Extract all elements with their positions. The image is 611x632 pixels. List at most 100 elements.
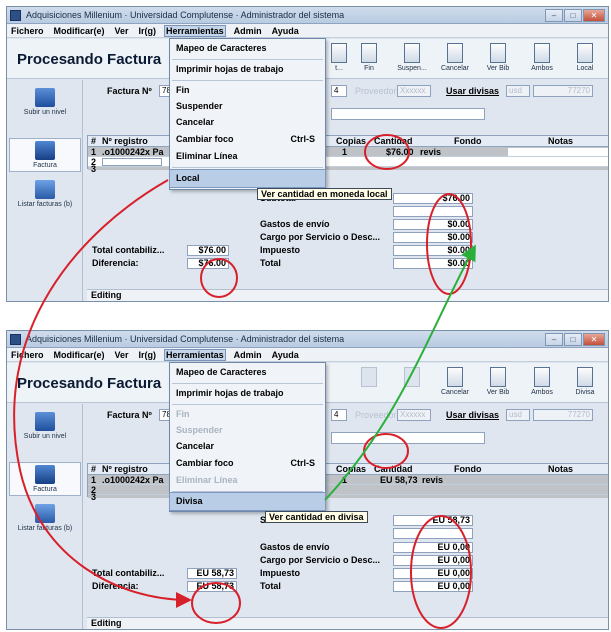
menu-ayuda[interactable]: Ayuda — [271, 350, 300, 360]
toolbar-divisa-button[interactable]: Divisa — [563, 366, 607, 402]
menu-fichero[interactable]: Fichero — [10, 26, 45, 36]
usar-divisas-label: Usar divisas — [446, 86, 499, 96]
row-registro-input[interactable] — [102, 158, 162, 166]
toolbar-fin-button[interactable]: Fin — [347, 42, 391, 78]
total-label: Total — [260, 581, 281, 591]
sidebar-factura[interactable]: Factura — [9, 138, 81, 172]
menu-herramientas[interactable]: Herramientas — [164, 24, 226, 37]
menu-item-cancelar[interactable]: Cancelar — [170, 114, 325, 131]
toolbar-cancelar-button[interactable]: Cancelar — [433, 42, 477, 78]
toolbar-verbib-button[interactable]: Ver Bib — [476, 366, 520, 402]
menu-item-imprimir[interactable]: Imprimir hojas de trabajo — [170, 61, 325, 78]
toolbar-label: Suspen... — [397, 65, 427, 72]
pen-icon — [577, 43, 593, 63]
sidebar-listar-facturas[interactable]: Listar facturas (b) — [13, 180, 77, 208]
menu-item-cambiar-foco[interactable]: Cambiar foco Ctrl-S — [170, 455, 325, 472]
total-value: EU 0,00 — [393, 581, 473, 592]
menu-item-mapeo[interactable]: Mapeo de Caracteres — [170, 364, 325, 381]
table-row[interactable]: 1 .o1000242x Pa 1 EU 58,73 revis — [88, 475, 608, 485]
menu-item-fin[interactable]: Fin — [170, 406, 325, 423]
table-row[interactable]: 3 — [88, 492, 608, 502]
menu-item-label: Mapeo de Caracteres — [176, 43, 267, 53]
factura-number-tail[interactable]: 4 — [331, 85, 347, 97]
square-icon — [404, 367, 420, 387]
menu-ir[interactable]: Ir(g) — [138, 26, 158, 36]
row-notas-cell[interactable] — [508, 148, 608, 156]
cargo-value[interactable]: EU 0,00 — [393, 555, 473, 566]
cargo-value[interactable]: $0.00 — [393, 232, 473, 243]
notes-field[interactable] — [331, 108, 485, 120]
divisa-field[interactable]: usd — [506, 85, 530, 97]
menu-item-suspender[interactable]: Suspender — [170, 422, 325, 439]
menu-ver[interactable]: Ver — [114, 26, 130, 36]
sidebar-subir-nivel[interactable]: Subir un nivel — [13, 412, 77, 440]
menu-ir[interactable]: Ir(g) — [138, 350, 158, 360]
menu-item-local[interactable]: Local — [169, 169, 326, 188]
toolbar-local-button[interactable]: Local — [563, 42, 607, 78]
menu-fichero[interactable]: Fichero — [10, 350, 45, 360]
toolbar-cancelar-button[interactable]: Cancelar — [433, 366, 477, 402]
proveedor-field[interactable]: Xxxxxx — [397, 409, 431, 421]
usar-divisas-text: Usar divisas — [446, 86, 500, 96]
divisa-field[interactable]: usd — [506, 409, 530, 421]
page-title: Procesando Factura — [17, 51, 162, 68]
impuesto-value[interactable]: EU 0,00 — [393, 568, 473, 579]
impuesto-value[interactable]: $0.00 — [393, 245, 473, 256]
divisa-rate-field[interactable]: 77270 — [533, 85, 593, 97]
minimize-button[interactable]: – — [545, 333, 563, 346]
menu-item-suspender[interactable]: Suspender — [170, 98, 325, 115]
gastos-label: Gastos de envío — [260, 542, 330, 552]
menu-item-divisa[interactable]: Divisa — [169, 492, 326, 511]
table-row[interactable]: 1 .o1000242x Pa 1 $76.00 revis — [88, 147, 608, 157]
menu-separator — [172, 383, 323, 384]
menu-admin[interactable]: Admin — [233, 350, 263, 360]
menu-admin[interactable]: Admin — [233, 26, 263, 36]
menu-item-mapeo[interactable]: Mapeo de Caracteres — [170, 40, 325, 57]
menu-item-fin[interactable]: Fin — [170, 82, 325, 99]
minimize-button[interactable]: – — [545, 9, 563, 22]
menu-ver[interactable]: Ver — [114, 350, 130, 360]
total-label: Total — [260, 258, 281, 268]
close-button[interactable]: ✕ — [583, 333, 605, 346]
menu-item-label: Suspender — [176, 425, 223, 435]
gastos-value[interactable]: EU 0,00 — [393, 542, 473, 553]
toolbar-disabled-button[interactable] — [390, 366, 434, 402]
toolbar-disabled-button[interactable] — [347, 366, 391, 402]
cargo-label: Cargo por Servicio o Desc... — [260, 555, 381, 565]
sidebar-factura[interactable]: Factura — [9, 462, 81, 496]
sidebar-subir-nivel[interactable]: Subir un nivel — [13, 88, 77, 116]
maximize-button[interactable]: □ — [564, 333, 582, 346]
menu-modificar[interactable]: Modificar(e) — [53, 26, 106, 36]
menu-item-eliminar-linea[interactable]: Eliminar Línea — [170, 148, 325, 165]
proveedor-field[interactable]: Xxxxxx — [397, 85, 431, 97]
menu-ayuda[interactable]: Ayuda — [271, 26, 300, 36]
herramientas-menu: Mapeo de Caracteres Imprimir hojas de tr… — [169, 38, 326, 190]
table-row[interactable]: 3 — [88, 164, 608, 174]
gastos-value[interactable]: $0.00 — [393, 219, 473, 230]
menu-item-cancelar[interactable]: Cancelar — [170, 438, 325, 455]
invoice-grid: # Nº registro Copias Cantidad Fondo Nota… — [87, 135, 608, 174]
sidebar-label: Listar facturas (b) — [17, 201, 73, 208]
toolbar-ambos-button[interactable]: Ambos — [520, 366, 564, 402]
close-button[interactable]: ✕ — [583, 9, 605, 22]
toolbar-suspender-button[interactable]: Suspen... — [390, 42, 434, 78]
maximize-button[interactable]: □ — [564, 9, 582, 22]
factura-number-tail[interactable]: 4 — [331, 409, 347, 421]
sidebar-listar-facturas[interactable]: Listar facturas (b) — [13, 504, 77, 532]
menu-item-eliminar-linea[interactable]: Eliminar Línea — [170, 472, 325, 489]
table-row[interactable]: 2 — [88, 157, 608, 167]
subtotal-value: EU 58,73 — [393, 515, 473, 526]
toolbar-ambos-button[interactable]: Ambos — [520, 42, 564, 78]
arrow-up-icon — [35, 88, 55, 107]
toolbar-verbib-button[interactable]: Ver Bib — [476, 42, 520, 78]
notes-field[interactable] — [331, 432, 485, 444]
menu-herramientas[interactable]: Herramientas — [164, 348, 226, 361]
menu-modificar[interactable]: Modificar(e) — [53, 350, 106, 360]
row-registro: .o1000242x Pa — [102, 147, 164, 157]
menu-item-cambiar-foco[interactable]: Cambiar foco Ctrl-S — [170, 131, 325, 148]
table-row[interactable]: 2 — [88, 485, 608, 495]
divisa-rate-field[interactable]: 77270 — [533, 409, 593, 421]
col-num: # — [91, 464, 97, 474]
sidebar: Subir un nivel Factura Listar facturas (… — [7, 80, 83, 301]
menu-item-imprimir[interactable]: Imprimir hojas de trabajo — [170, 385, 325, 402]
